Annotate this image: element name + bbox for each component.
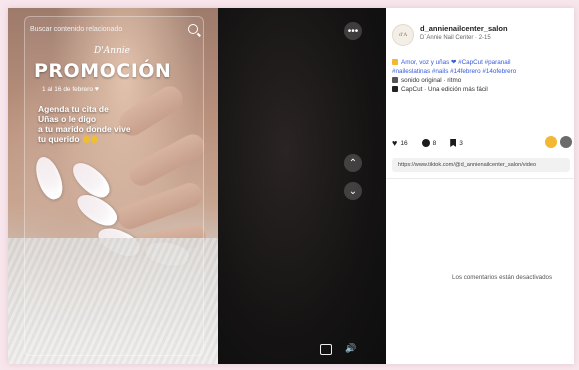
post-header: d'A d_annienailcenter_salon D´Annie Nail… [392,24,508,46]
more-options-button[interactable]: ••• [344,22,362,40]
sound-link[interactable]: sonido original · ritmo [392,76,574,85]
caption-line: Amor, voz y uñas ❤ #CapCut #paranail [392,58,574,67]
volume-icon[interactable]: 🔊 [345,343,356,354]
comment-icon [421,139,430,147]
share-options [545,136,572,148]
post-caption: Amor, voz y uñas ❤ #CapCut #paranail #na… [392,58,574,94]
copy-link-field[interactable]: https://www.tiktok.com/@d_annienailcente… [392,158,570,172]
comment-button[interactable]: 8 [421,139,436,147]
caption-icon[interactable] [320,344,332,355]
heart-icon: ♥ [94,86,99,93]
chevron-up-icon: ⌃ [348,157,358,169]
avatar[interactable]: d'A [392,24,414,46]
related-search-bar[interactable]: Buscar contenido relacionado [26,20,202,38]
save-button[interactable]: 3 [450,139,463,147]
promo-date: 1 al 16 de febrero ♥ [42,86,99,93]
divider [386,178,574,179]
promo-title: PROMOCIÓN [34,60,172,82]
action-bar: ♥ 16 8 3 [392,136,574,150]
capcut-icon [392,86,398,93]
emoji-icon [82,136,90,144]
chevron-down-icon: ⌄ [348,185,358,197]
capcut-link[interactable]: CapCut · Una edición más fácil [392,85,574,94]
emoji-share-icon[interactable] [545,136,557,148]
promo-line: a tu marido donde vive [38,124,131,134]
music-icon [392,77,398,84]
search-placeholder: Buscar contenido relacionado [30,25,123,33]
like-button[interactable]: ♥ 16 [392,138,408,148]
brand-script: D'Annie [94,46,130,56]
username[interactable]: d_annienailcenter_salon [420,24,508,33]
promo-line: Agenda tu cita de [38,104,109,114]
comments-disabled-message: Los comentarios están desactivados [452,274,553,281]
previous-video-button[interactable]: ⌃ [344,154,362,172]
promo-body: Agenda tu cita de Uñas o le digo a tu ma… [38,104,158,144]
caption-hashtags[interactable]: #naileslatinas #nails #14febrero #14ofeb… [392,67,574,76]
share-icon[interactable] [560,136,572,148]
promo-line: tu querido [38,134,158,144]
account-subtitle: D´Annie Nail Center · 2-15 [420,35,491,41]
promo-line: Uñas o le digo [38,114,97,124]
post-details-panel: d'A d_annienailcenter_salon D´Annie Nail… [386,8,574,364]
viewer-frame: Buscar contenido relacionado D'Annie PRO… [8,8,574,364]
bookmark-icon [450,139,457,147]
search-icon[interactable] [188,24,198,34]
more-icon: ••• [347,25,359,37]
emoji-icon [392,59,398,66]
video-player[interactable]: Buscar contenido relacionado D'Annie PRO… [8,8,386,364]
next-video-button[interactable]: ⌄ [344,182,362,200]
heart-icon: ♥ [392,138,398,148]
emoji-icon [90,136,98,144]
